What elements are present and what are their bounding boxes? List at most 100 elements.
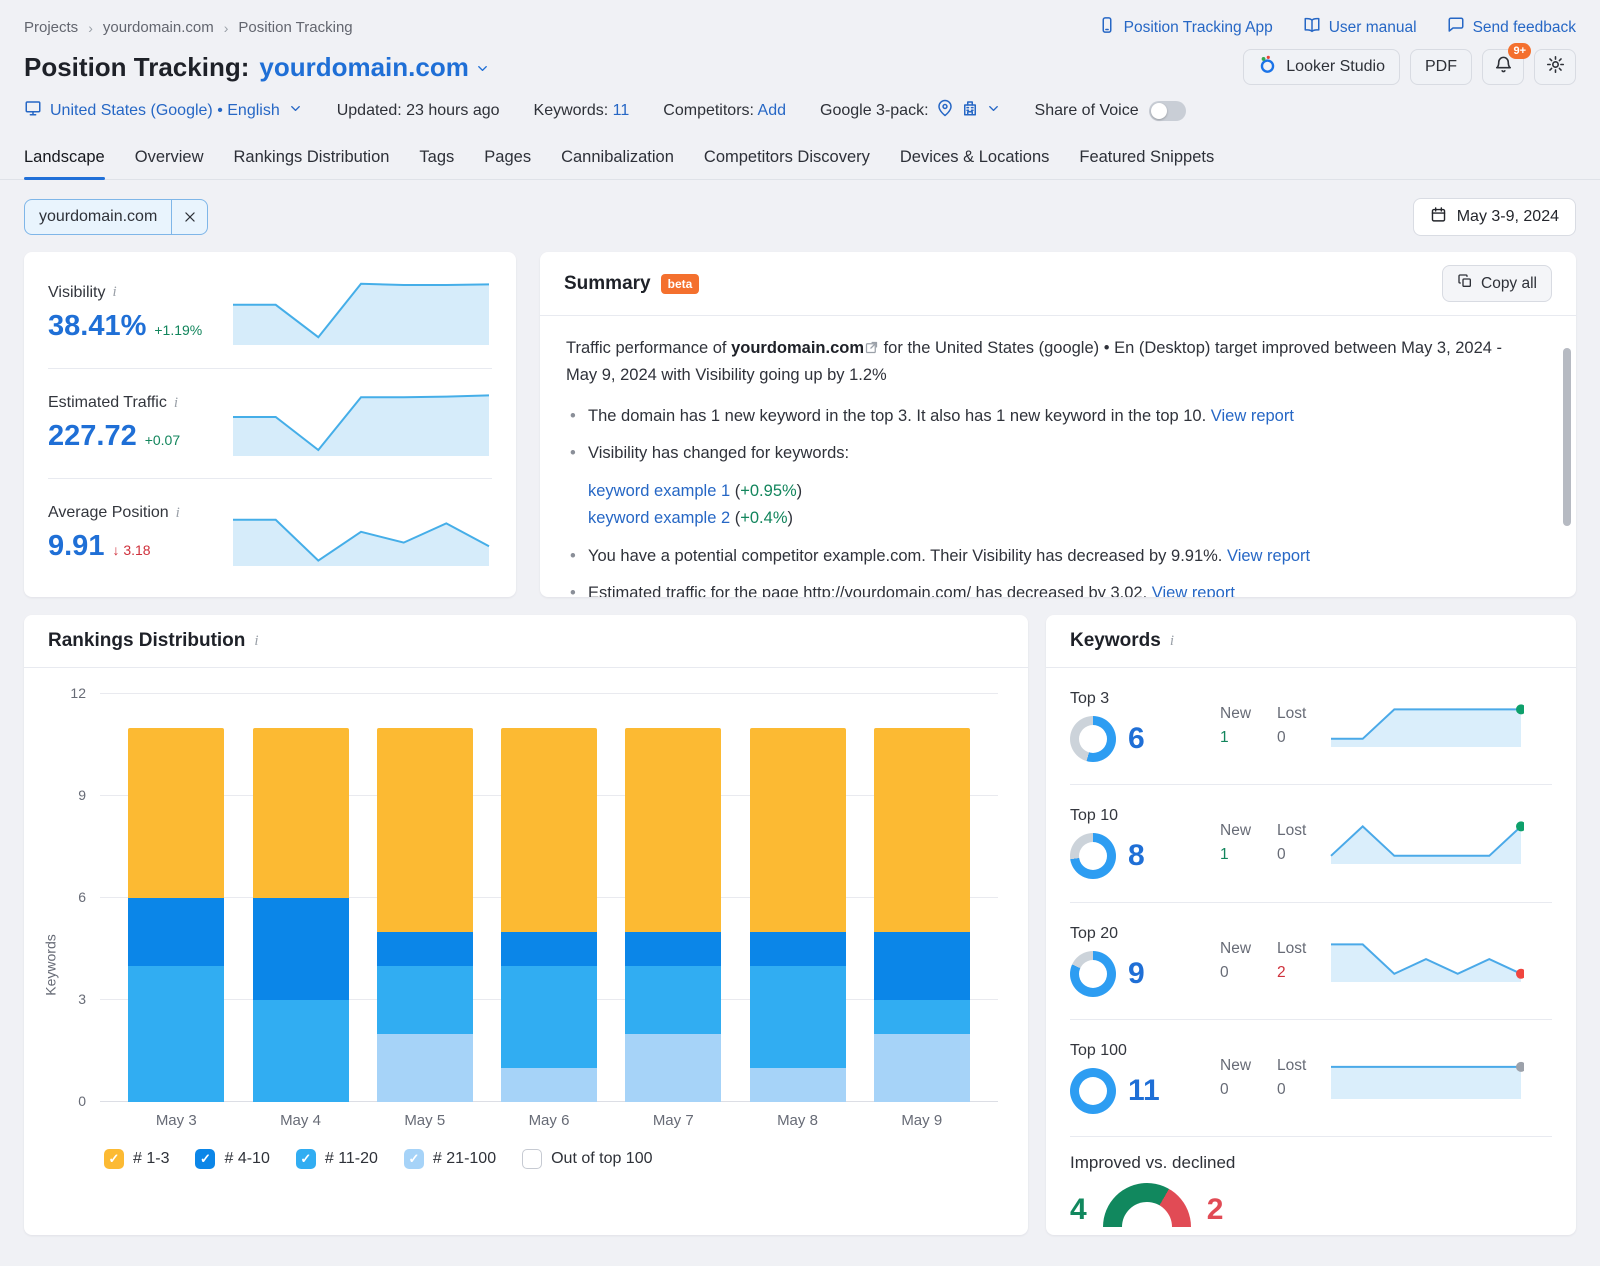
checked-checkbox-icon[interactable]: ✓ bbox=[404, 1149, 424, 1169]
bar-segment-11-20[interactable] bbox=[501, 966, 597, 1068]
bar-may-8[interactable] bbox=[750, 728, 846, 1102]
info-icon[interactable]: i bbox=[176, 505, 180, 522]
bar-segment-21-100[interactable] bbox=[750, 1068, 846, 1102]
bar-segment-4-10[interactable] bbox=[874, 932, 970, 1000]
chevron-down-icon[interactable] bbox=[986, 101, 1001, 121]
bar-segment-1-3[interactable] bbox=[253, 728, 349, 898]
bar-may-4[interactable] bbox=[253, 728, 349, 1102]
bar-segment-21-100[interactable] bbox=[377, 1034, 473, 1102]
bar-segment-11-20[interactable] bbox=[128, 966, 224, 1102]
tab-rankings-distribution[interactable]: Rankings Distribution bbox=[234, 142, 390, 179]
bar-segment-11-20[interactable] bbox=[377, 966, 473, 1034]
keywords-row-top-20[interactable]: Top 209New0Lost2 bbox=[1070, 902, 1552, 1019]
bar-may-5[interactable] bbox=[377, 728, 473, 1102]
metric-sparkline bbox=[230, 280, 492, 346]
unchecked-checkbox-icon[interactable] bbox=[522, 1149, 542, 1169]
info-icon[interactable]: i bbox=[113, 284, 117, 301]
bar-segment-4-10[interactable] bbox=[253, 898, 349, 1000]
breadcrumb-item[interactable]: Projects bbox=[24, 19, 78, 36]
updated-status: Updated: 23 hours ago bbox=[337, 102, 500, 120]
bar-segment-4-10[interactable] bbox=[625, 932, 721, 966]
bar-may-6[interactable] bbox=[501, 728, 597, 1102]
rankings-distribution-panel: Rankings Distribution i Keywords 036912 … bbox=[24, 615, 1028, 1235]
legend-checkbox--4-10[interactable]: ✓# 4-10 bbox=[195, 1149, 269, 1169]
bar-segment-11-20[interactable] bbox=[874, 1000, 970, 1034]
tab-competitors-discovery[interactable]: Competitors Discovery bbox=[704, 142, 870, 179]
map-pin-icon[interactable] bbox=[936, 99, 954, 122]
tab-pages[interactable]: Pages bbox=[484, 142, 531, 179]
competitors-add-link[interactable]: Add bbox=[758, 102, 786, 119]
metric-delta: +0.07 bbox=[145, 432, 180, 448]
bar-segment-21-100[interactable] bbox=[501, 1068, 597, 1102]
summary-link[interactable]: View report bbox=[1211, 407, 1294, 425]
checked-checkbox-icon[interactable]: ✓ bbox=[296, 1149, 316, 1169]
bar-segment-4-10[interactable] bbox=[128, 898, 224, 966]
breadcrumb-item[interactable]: yourdomain.com bbox=[103, 19, 214, 36]
pdf-export-button[interactable]: PDF bbox=[1410, 49, 1472, 85]
tab-overview[interactable]: Overview bbox=[135, 142, 204, 179]
bar-segment-4-10[interactable] bbox=[750, 932, 846, 966]
keywords-row-top-10[interactable]: Top 108New1Lost0 bbox=[1070, 784, 1552, 901]
legend-checkbox-out-of-top-100[interactable]: Out of top 100 bbox=[522, 1149, 652, 1169]
bar-segment-1-3[interactable] bbox=[750, 728, 846, 932]
bar-segment-1-3[interactable] bbox=[625, 728, 721, 932]
bar-may-3[interactable] bbox=[128, 728, 224, 1102]
toolbar: Looker Studio PDF 9+ bbox=[1243, 49, 1576, 85]
tab-landscape[interactable]: Landscape bbox=[24, 142, 105, 179]
info-icon[interactable]: i bbox=[1170, 633, 1174, 650]
keywords-row-label: Top 100 bbox=[1070, 1042, 1220, 1060]
legend-checkbox--21-100[interactable]: ✓# 21-100 bbox=[404, 1149, 496, 1169]
summary-link[interactable]: View report bbox=[1227, 547, 1310, 565]
bar-segment-11-20[interactable] bbox=[625, 966, 721, 1034]
copy-all-button[interactable]: Copy all bbox=[1442, 265, 1552, 302]
quick-links: Position Tracking App User manual Send fee… bbox=[1098, 16, 1576, 39]
bar-segment-21-100[interactable] bbox=[625, 1034, 721, 1102]
remove-filter-button[interactable] bbox=[171, 199, 207, 235]
bar-segment-11-20[interactable] bbox=[253, 1000, 349, 1102]
lost-count: 0 bbox=[1277, 729, 1306, 747]
external-link-icon[interactable] bbox=[864, 338, 879, 363]
building-icon[interactable] bbox=[961, 99, 979, 122]
looker-studio-button[interactable]: Looker Studio bbox=[1243, 49, 1400, 85]
summary-link[interactable]: keyword example 1 bbox=[588, 482, 730, 500]
bar-may-9[interactable] bbox=[874, 728, 970, 1102]
keywords-row-label: Top 10 bbox=[1070, 807, 1220, 825]
summary-link[interactable]: keyword example 2 bbox=[588, 509, 730, 527]
tab-cannibalization[interactable]: Cannibalization bbox=[561, 142, 674, 179]
location-language-selector[interactable]: United States (Google) • English bbox=[24, 99, 303, 122]
info-icon[interactable]: i bbox=[254, 633, 258, 650]
project-domain-selector[interactable]: yourdomain.com bbox=[259, 52, 489, 83]
bar-segment-1-3[interactable] bbox=[874, 728, 970, 932]
checked-checkbox-icon[interactable]: ✓ bbox=[104, 1149, 124, 1169]
checked-checkbox-icon[interactable]: ✓ bbox=[195, 1149, 215, 1169]
summary-scrollbar[interactable] bbox=[1563, 348, 1571, 526]
bar-segment-4-10[interactable] bbox=[501, 932, 597, 966]
chevron-down-icon bbox=[475, 52, 490, 83]
info-icon[interactable]: i bbox=[174, 395, 178, 412]
bar-segment-21-100[interactable] bbox=[874, 1034, 970, 1102]
position-tracking-app-link[interactable]: Position Tracking App bbox=[1098, 16, 1273, 39]
date-range-picker[interactable]: May 3-9, 2024 bbox=[1413, 198, 1576, 236]
keywords-count-link[interactable]: 11 bbox=[613, 102, 630, 119]
user-manual-link[interactable]: User manual bbox=[1303, 16, 1417, 39]
legend-checkbox--1-3[interactable]: ✓# 1-3 bbox=[104, 1149, 169, 1169]
tab-tags[interactable]: Tags bbox=[419, 142, 454, 179]
share-of-voice-toggle[interactable] bbox=[1149, 101, 1186, 121]
bar-segment-1-3[interactable] bbox=[501, 728, 597, 932]
bar-segment-1-3[interactable] bbox=[377, 728, 473, 932]
send-feedback-link[interactable]: Send feedback bbox=[1447, 16, 1576, 39]
bar-segment-11-20[interactable] bbox=[750, 966, 846, 1068]
tab-devices-locations[interactable]: Devices & Locations bbox=[900, 142, 1050, 179]
keywords-sparkline bbox=[1328, 702, 1552, 750]
summary-link[interactable]: View report bbox=[1152, 584, 1235, 597]
settings-button[interactable] bbox=[1534, 49, 1576, 85]
bar-segment-1-3[interactable] bbox=[128, 728, 224, 898]
bar-may-7[interactable] bbox=[625, 728, 721, 1102]
keywords-row-top-100[interactable]: Top 10011New0Lost0 bbox=[1070, 1019, 1552, 1136]
notifications-button[interactable]: 9+ bbox=[1482, 49, 1524, 85]
donut-chart bbox=[1070, 1068, 1116, 1114]
bar-segment-4-10[interactable] bbox=[377, 932, 473, 966]
keywords-row-top-3[interactable]: Top 36New1Lost0 bbox=[1070, 668, 1552, 784]
tab-featured-snippets[interactable]: Featured Snippets bbox=[1079, 142, 1214, 179]
legend-checkbox--11-20[interactable]: ✓# 11-20 bbox=[296, 1149, 378, 1169]
